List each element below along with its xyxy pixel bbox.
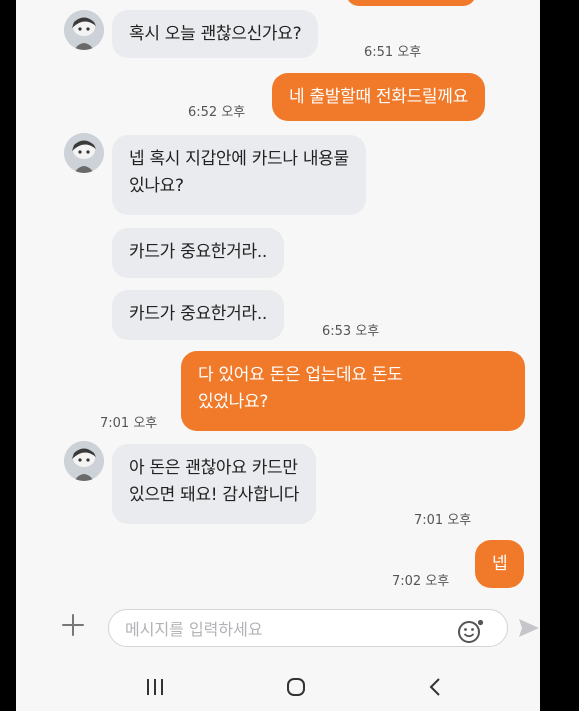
avatar-image [64, 10, 104, 50]
message-time: 6:53 오후 [322, 324, 380, 339]
send-icon[interactable] [517, 616, 540, 640]
message-time: 6:51 오후 [364, 45, 422, 60]
home-icon[interactable] [284, 676, 308, 698]
recent-apps-icon[interactable] [143, 676, 167, 698]
outgoing-message[interactable]: 네 출발할때 전화드릴께요 [272, 73, 485, 121]
incoming-message[interactable]: 넵 혹시 지갑안에 카드나 내용물 있나요? [112, 135, 366, 215]
incoming-message[interactable]: 아 돈은 괜찮아요 카드만 있으면 돼요! 감사합니다 [112, 444, 317, 524]
incoming-message[interactable]: 카드가 중요한거라.. [112, 290, 285, 340]
message-time: 7:01 오후 [100, 416, 158, 431]
incoming-message[interactable]: 혹시 오늘 괜찮으신가요? [112, 10, 319, 58]
previous-message-bubble [346, 0, 476, 6]
message-time: 7:01 오후 [414, 513, 472, 528]
outgoing-message[interactable]: 넵 [475, 540, 525, 588]
emoji-icon[interactable] [457, 618, 484, 644]
contact-avatar[interactable] [64, 441, 104, 481]
avatar-image [64, 441, 104, 481]
contact-avatar[interactable] [64, 10, 104, 50]
message-input[interactable] [123, 616, 447, 642]
message-input-container [108, 609, 508, 647]
message-time: 7:02 오후 [392, 574, 450, 589]
message-time: 6:52 오후 [188, 105, 246, 120]
incoming-message[interactable]: 카드가 중요한거라.. [112, 228, 285, 278]
back-icon[interactable] [424, 676, 448, 698]
system-navigation-bar [16, 658, 540, 711]
plus-icon[interactable] [60, 612, 86, 638]
chat-screen: 혹시 오늘 괜찮으신가요? 6:51 오후 네 출발할때 전화드릴께요 6:52… [16, 0, 540, 711]
outgoing-message[interactable]: 다 있어요 돈은 업는데요 돈도 있었나요? [181, 351, 525, 431]
avatar-image [64, 133, 104, 173]
contact-avatar[interactable] [64, 133, 104, 173]
